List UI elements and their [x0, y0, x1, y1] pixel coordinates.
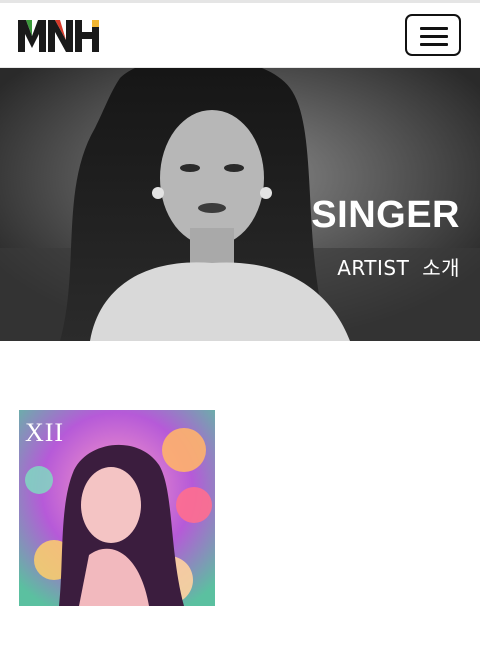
- site-header: [0, 3, 480, 68]
- hero-title: SINGER: [311, 194, 460, 236]
- hamburger-icon: [420, 27, 448, 30]
- mnh-logo-graphic: [18, 20, 99, 52]
- album-cover-card[interactable]: XII: [19, 410, 215, 606]
- hero-subtitle: ARTIST 소개: [337, 256, 460, 280]
- brand-logo[interactable]: [18, 18, 100, 52]
- album-logo-text: XII: [25, 418, 65, 447]
- hamburger-icon-bar: [420, 35, 448, 38]
- menu-toggle-button[interactable]: [405, 14, 461, 56]
- hamburger-icon-bar: [420, 43, 448, 46]
- hero-banner: SINGER ARTIST 소개: [0, 68, 480, 341]
